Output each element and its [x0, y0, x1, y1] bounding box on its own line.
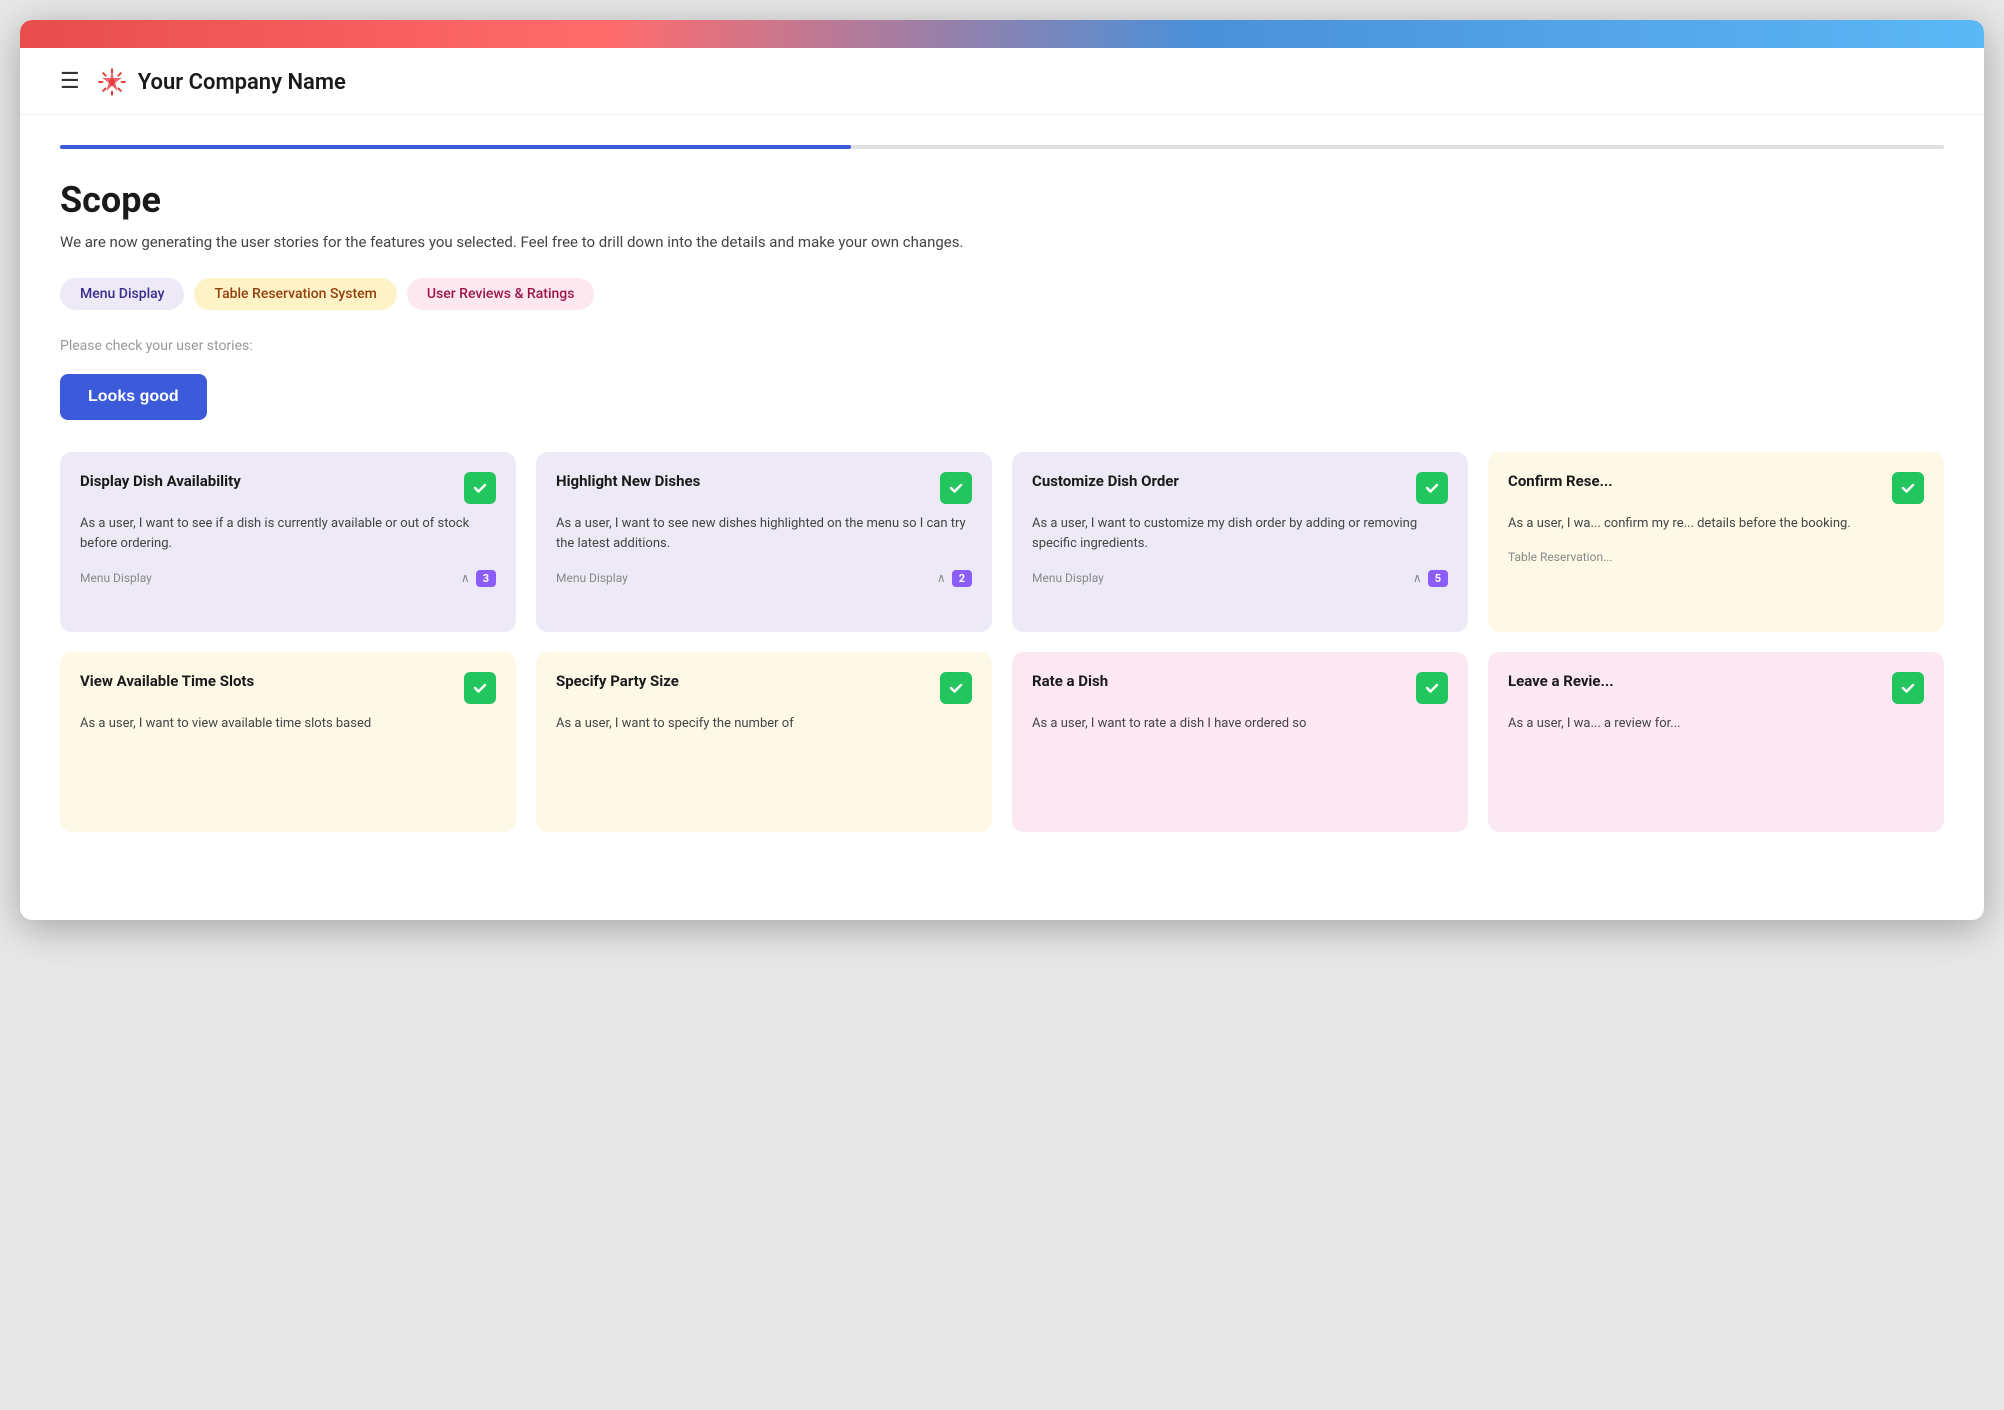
card-description: As a user, I want to rate a dish I have … — [1032, 714, 1448, 734]
card-title: Specify Party Size — [556, 672, 940, 692]
scope-title: Scope — [60, 179, 1944, 221]
card-category: Menu Display — [556, 571, 628, 585]
card-category: Menu Display — [80, 571, 152, 585]
card-header: Highlight New Dishes — [556, 472, 972, 504]
check-badge[interactable] — [940, 672, 972, 704]
chevron-up-icon: ∧ — [1413, 571, 1422, 585]
main-content: Scope We are now generating the user sto… — [20, 149, 1984, 872]
card-category: Menu Display — [1032, 571, 1104, 585]
card-specify-party-size: Specify Party Size As a user, I want to … — [536, 652, 992, 832]
card-customize-dish-order: Customize Dish Order As a user, I want t… — [1012, 452, 1468, 632]
card-votes[interactable]: ∧ 2 — [937, 570, 972, 587]
window-body: ☰ Your Company Name Scope — [20, 20, 1984, 872]
card-votes[interactable]: ∧ 5 — [1413, 570, 1448, 587]
card-title: View Available Time Slots — [80, 672, 464, 692]
card-votes[interactable]: ∧ 3 — [461, 570, 496, 587]
check-badge[interactable] — [1416, 472, 1448, 504]
checkmark-icon — [1900, 680, 1916, 696]
checkmark-icon — [1424, 480, 1440, 496]
card-highlight-new-dishes: Highlight New Dishes As a user, I want t… — [536, 452, 992, 632]
card-header: Leave a Revie... — [1508, 672, 1924, 704]
check-badge[interactable] — [1892, 472, 1924, 504]
tag-table-reservation[interactable]: Table Reservation System — [194, 278, 396, 310]
card-description: As a user, I wa... confirm my re... deta… — [1508, 514, 1924, 534]
card-description: As a user, I want to see new dishes high… — [556, 514, 972, 554]
cards-row-2: View Available Time Slots As a user, I w… — [60, 652, 1944, 832]
card-footer: Menu Display ∧ 5 — [1032, 570, 1448, 587]
tags-row: Menu Display Table Reservation System Us… — [60, 278, 1944, 310]
hamburger-menu-icon[interactable]: ☰ — [60, 71, 80, 93]
card-title: Display Dish Availability — [80, 472, 464, 492]
progress-bar-fill — [60, 145, 851, 149]
progress-section — [20, 145, 1984, 149]
check-badge[interactable] — [464, 472, 496, 504]
card-rate-a-dish: Rate a Dish As a user, I want to rate a … — [1012, 652, 1468, 832]
scope-description: We are now generating the user stories f… — [60, 231, 1944, 254]
checkmark-icon — [1900, 480, 1916, 496]
check-stories-label: Please check your user stories: — [60, 338, 1944, 354]
check-badge[interactable] — [940, 472, 972, 504]
company-name: Your Company Name — [138, 70, 346, 95]
card-footer: Table Reservation... — [1508, 550, 1924, 564]
card-header: Rate a Dish — [1032, 672, 1448, 704]
card-header: Specify Party Size — [556, 672, 972, 704]
card-description: As a user, I wa... a review for... — [1508, 714, 1924, 734]
card-title: Confirm Rese... — [1508, 472, 1892, 492]
chevron-up-icon: ∧ — [937, 571, 946, 585]
card-title: Highlight New Dishes — [556, 472, 940, 492]
tag-menu-display[interactable]: Menu Display — [60, 278, 184, 310]
check-badge[interactable] — [1416, 672, 1448, 704]
card-category: Table Reservation... — [1508, 550, 1613, 564]
card-view-time-slots: View Available Time Slots As a user, I w… — [60, 652, 516, 832]
looks-good-button[interactable]: Looks good — [60, 374, 207, 420]
check-badge[interactable] — [464, 672, 496, 704]
tag-user-reviews[interactable]: User Reviews & Ratings — [407, 278, 595, 310]
checkmark-icon — [472, 680, 488, 696]
company-logo-icon — [96, 66, 128, 98]
card-footer: Menu Display ∧ 2 — [556, 570, 972, 587]
card-header: View Available Time Slots — [80, 672, 496, 704]
checkmark-icon — [1424, 680, 1440, 696]
check-badge[interactable] — [1892, 672, 1924, 704]
card-description: As a user, I want to see if a dish is cu… — [80, 514, 496, 554]
votes-count: 2 — [952, 570, 972, 587]
progress-bar-track — [60, 145, 1944, 149]
window-chrome: ☰ Your Company Name Scope — [20, 20, 1984, 920]
votes-count: 5 — [1428, 570, 1448, 587]
checkmark-icon — [948, 480, 964, 496]
cards-row-1: Display Dish Availability As a user, I w… — [60, 452, 1944, 632]
card-description: As a user, I want to customize my dish o… — [1032, 514, 1448, 554]
card-description: As a user, I want to specify the number … — [556, 714, 972, 734]
card-title: Leave a Revie... — [1508, 672, 1892, 692]
top-gradient-bar — [20, 20, 1984, 48]
checkmark-icon — [948, 680, 964, 696]
card-title: Rate a Dish — [1032, 672, 1416, 692]
header: ☰ Your Company Name — [20, 48, 1984, 115]
card-leave-review: Leave a Revie... As a user, I wa... a re… — [1488, 652, 1944, 832]
card-confirm-reservation: Confirm Rese... As a user, I wa... confi… — [1488, 452, 1944, 632]
card-header: Confirm Rese... — [1508, 472, 1924, 504]
card-title: Customize Dish Order — [1032, 472, 1416, 492]
card-description: As a user, I want to view available time… — [80, 714, 496, 734]
card-display-dish-availability: Display Dish Availability As a user, I w… — [60, 452, 516, 632]
checkmark-icon — [472, 480, 488, 496]
card-header: Display Dish Availability — [80, 472, 496, 504]
chevron-up-icon: ∧ — [461, 571, 470, 585]
card-footer: Menu Display ∧ 3 — [80, 570, 496, 587]
votes-count: 3 — [476, 570, 496, 587]
card-header: Customize Dish Order — [1032, 472, 1448, 504]
